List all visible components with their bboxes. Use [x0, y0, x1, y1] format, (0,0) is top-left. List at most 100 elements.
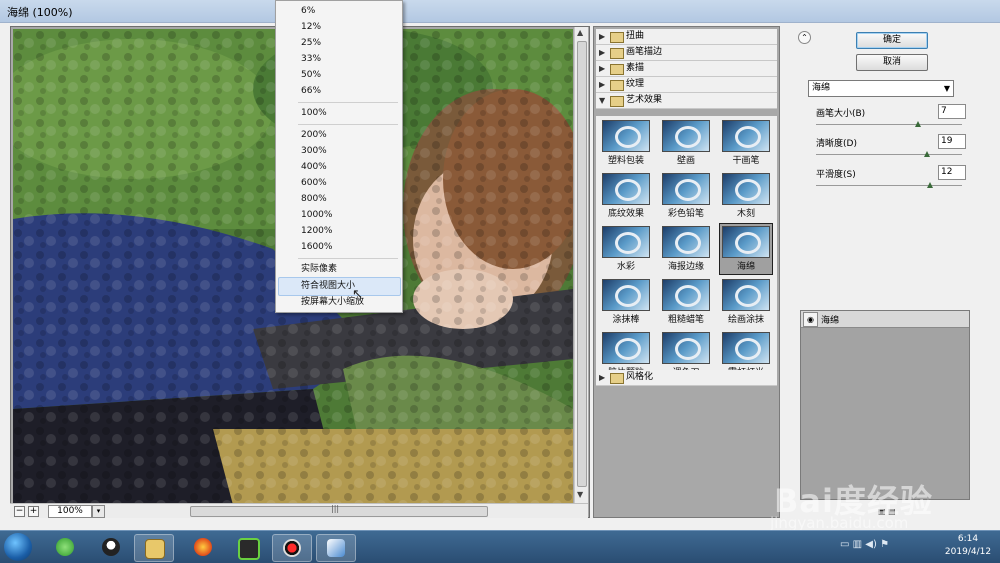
filter-thumb[interactable]: 底纹效果 [600, 171, 652, 221]
network-icon[interactable]: ▥ [853, 539, 862, 550]
filter-thumb[interactable]: 塑料包装 [600, 118, 652, 168]
filter-thumb-selected[interactable]: 海绵 [719, 223, 773, 275]
ok-button[interactable]: 确定 [856, 32, 928, 49]
filter-preview-icon [602, 279, 650, 311]
collapse-gallery-icon[interactable]: ⌃ [798, 31, 811, 44]
smoothness-slider[interactable] [816, 185, 962, 186]
slider-knob[interactable] [915, 121, 922, 127]
filter-preview-icon [662, 173, 710, 205]
filter-select[interactable]: 海绵 ▼ [808, 80, 954, 97]
taskbar-app-qq[interactable] [92, 534, 130, 560]
clock[interactable]: 6:14 2019/4/12 [940, 533, 996, 559]
brush-size-slider[interactable] [816, 124, 962, 125]
zoom-bar: − + 100% ▾ ||| [10, 503, 588, 518]
cancel-button[interactable]: 取消 [856, 54, 928, 71]
filter-thumb[interactable]: 木刻 [720, 171, 772, 221]
filter-preview-icon [662, 332, 710, 364]
filter-preview-icon [722, 120, 770, 152]
taskbar-app-firefox[interactable] [184, 534, 222, 560]
menu-item-6[interactable]: 6% [301, 3, 315, 19]
filter-thumb[interactable]: 水彩 [600, 224, 652, 274]
window-title: 海绵 (100%) [7, 6, 73, 19]
category-distort[interactable]: ▶ 扭曲 [596, 29, 777, 45]
menu-item-33[interactable]: 33% [301, 51, 321, 67]
brush-size-input[interactable]: 7 [938, 104, 966, 119]
definition-slider[interactable] [816, 154, 962, 155]
category-sketch[interactable]: ▶ 素描 [596, 61, 777, 77]
filter-thumbnails: 塑料包装 壁画 干画笔 底纹效果 彩色铅笔 木刻 水彩 海报边缘 海绵 涂抹棒 … [596, 116, 777, 378]
menu-item-100[interactable]: 100% [301, 105, 327, 121]
definition-input[interactable]: 19 [938, 134, 966, 149]
filter-preview-icon [662, 279, 710, 311]
taskbar-app-explorer[interactable] [134, 534, 174, 562]
zoom-dropdown-button[interactable]: ▾ [92, 505, 105, 518]
expand-arrow-icon: ▶ [599, 80, 606, 89]
expand-arrow-icon: ▶ [599, 373, 606, 382]
zoom-in-button[interactable]: + [28, 506, 39, 517]
filter-thumb[interactable]: 干画笔 [720, 118, 772, 168]
scroll-up-icon[interactable]: ▲ [577, 28, 583, 37]
system-tray[interactable]: ▭ ▥ ◀) ⚑ [840, 539, 889, 550]
menu-item-1600[interactable]: 1600% [301, 239, 332, 255]
menu-item-12[interactable]: 12% [301, 19, 321, 35]
filter-preview-icon [722, 226, 770, 258]
eye-icon[interactable]: ◉ [803, 312, 818, 327]
menu-item-800[interactable]: 800% [301, 191, 327, 207]
filter-thumb[interactable]: 壁画 [660, 118, 712, 168]
menu-item-1200[interactable]: 1200% [301, 223, 332, 239]
category-stylize[interactable]: ▶ 风格化 [596, 370, 777, 386]
keyboard-icon[interactable]: ▭ [840, 539, 849, 550]
category-texture[interactable]: ▶ 纹理 [596, 77, 777, 93]
menu-item-66[interactable]: 66% [301, 83, 321, 99]
menu-item-400[interactable]: 400% [301, 159, 327, 175]
filter-preview-icon [722, 279, 770, 311]
expand-arrow-icon: ▶ [599, 32, 606, 41]
taskbar-app-360[interactable] [46, 534, 84, 560]
filter-preview-icon [662, 120, 710, 152]
menu-item-actual-pixels[interactable]: 实际像素 [301, 261, 337, 277]
menu-item-300[interactable]: 300% [301, 143, 327, 159]
preview-horizontal-scrollbar[interactable]: ||| [190, 504, 488, 517]
category-artistic[interactable]: ▼ 艺术效果 [596, 93, 777, 109]
zoom-value[interactable]: 100% [48, 505, 92, 518]
taskbar-app-recorder[interactable] [272, 534, 312, 562]
filter-thumb[interactable]: 涂抹棒 [600, 277, 652, 327]
taskbar: ▭ ▥ ◀) ⚑ 6:14 2019/4/12 [0, 530, 1000, 563]
category-brush-strokes[interactable]: ▶ 画笔描边 [596, 45, 777, 61]
filter-gallery-panel: ▶ 扭曲 ▶ 画笔描边 ▶ 素描 ▶ 纹理 ▼ 艺术效果 塑料包装 壁画 干画笔 [593, 26, 780, 518]
menu-item-1000[interactable]: 1000% [301, 207, 332, 223]
folder-icon [610, 48, 624, 59]
filter-thumb[interactable]: 海报边缘 [660, 224, 712, 274]
slider-knob[interactable] [926, 182, 933, 188]
filter-thumb[interactable]: 彩色铅笔 [660, 171, 712, 221]
smoothness-input[interactable]: 12 [938, 165, 966, 180]
folder-icon [610, 80, 624, 91]
new-layer-icon[interactable]: ▣ [878, 507, 886, 516]
menu-item-50[interactable]: 50% [301, 67, 321, 83]
start-button[interactable] [4, 533, 32, 561]
slider-knob[interactable] [923, 151, 930, 157]
filter-thumb[interactable]: 绘画涂抹 [720, 277, 772, 327]
menu-item-fit-in-view[interactable]: 符合视图大小 [301, 278, 355, 294]
menu-item-25[interactable]: 25% [301, 35, 321, 51]
menu-separator [298, 258, 398, 259]
scrollbar-thumb[interactable] [577, 41, 587, 487]
mouse-cursor-icon: ↖ [352, 287, 363, 302]
delete-layer-icon[interactable]: ▤ [888, 507, 896, 516]
layer-buttons: ▣ ▤ [878, 507, 896, 516]
menu-item-200[interactable]: 200% [301, 127, 327, 143]
zoom-out-button[interactable]: − [14, 506, 25, 517]
filter-thumb[interactable]: 粗糙蜡笔 [660, 277, 712, 327]
volume-icon[interactable]: ◀) [865, 539, 877, 550]
filter-preview-icon [602, 120, 650, 152]
effect-layer-row[interactable]: ◉ 海绵 [801, 311, 969, 328]
filter-preview-icon [722, 332, 770, 364]
scroll-down-icon[interactable]: ▼ [577, 490, 583, 499]
taskbar-app-video[interactable] [228, 534, 266, 560]
menu-item-600[interactable]: 600% [301, 175, 327, 191]
clock-time: 6:14 [957, 534, 979, 544]
preview-vertical-scrollbar[interactable]: ▲ ▼ [574, 27, 588, 503]
flag-icon[interactable]: ⚑ [880, 539, 889, 550]
menu-separator [298, 124, 398, 125]
taskbar-app-feather[interactable] [316, 534, 356, 562]
